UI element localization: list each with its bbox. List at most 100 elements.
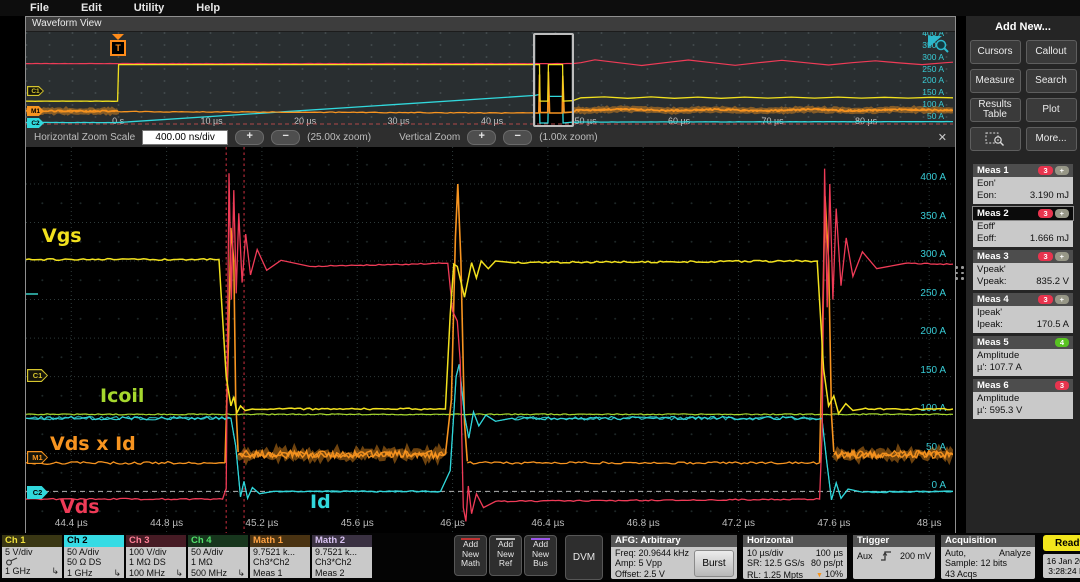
vertical-zoom-plus-button[interactable]: + [467, 130, 496, 145]
channel-badge-text: 1 GHz [67, 568, 93, 578]
trace-vds-x-id [445, 184, 467, 461]
horizontal-panel[interactable]: Horizontal 10 µs/div100 µs SR: 12.5 GS/s… [743, 535, 847, 579]
measurement-header[interactable]: Meas 13+ [973, 164, 1073, 177]
measurement-header[interactable]: Meas 43+ [973, 293, 1073, 306]
acquisition-sample: Sample: 12 bits [945, 558, 1031, 568]
trigger-position-marker[interactable]: T [106, 34, 130, 56]
measurement-header[interactable]: Meas 33+ [973, 250, 1073, 263]
menu-item-utility[interactable]: Utility [134, 2, 165, 14]
acquisition-panel[interactable]: Acquisition Auto,Analyze Sample: 12 bits… [941, 535, 1035, 579]
zoom-select-icon [985, 131, 1005, 147]
measurement-body: Amplitudeµ': 595.3 V [973, 392, 1073, 419]
channel-badge-header: Ch 1 [2, 535, 62, 547]
zoom-toolbar: Horizontal Zoom Scale + − (25.00x zoom) … [26, 128, 955, 147]
add-new-bus-button[interactable]: AddNewBus [524, 535, 557, 576]
add-new-cursors-button[interactable]: Cursors [970, 40, 1021, 64]
channel-badge-row: 500 MHz↳ [191, 568, 245, 578]
horizontal-zoom-scale-label: Horizontal Zoom Scale [34, 132, 135, 143]
horizontal-zoom-scale-input[interactable] [142, 130, 228, 145]
add-new-ref-button[interactable]: AddNewRef [489, 535, 522, 576]
add-new-search-button[interactable]: Search [1026, 69, 1077, 93]
measurement-item-6[interactable]: Meas 6 3 Amplitudeµ': 595.3 V [973, 379, 1073, 419]
burst-button[interactable]: Burst [694, 550, 734, 577]
channel-badge-row: 100 V/div [129, 547, 183, 557]
trace-label-vds: Vds [60, 496, 100, 518]
zoom-region-box[interactable] [533, 33, 575, 127]
menu-item-file[interactable]: File [30, 2, 49, 14]
source-badge: 3 [1038, 166, 1052, 175]
trigger-panel[interactable]: Trigger Aux 200 mV [853, 535, 935, 579]
measurement-name: Meas 2 [977, 208, 1009, 219]
menu-item-help[interactable]: Help [196, 2, 220, 14]
channel-badge-math-1[interactable]: Math 19.7521 k...Ch3*Ch2Meas 1 [250, 535, 310, 578]
channel-badge-body: 50 A/div50 Ω DS1 GHz↳ [64, 547, 124, 578]
source-badge: + [1055, 252, 1069, 261]
measurement-item-1[interactable]: Meas 13+Eon'Eon:3.190 mJ [973, 164, 1073, 204]
close-icon[interactable]: ✕ [938, 131, 947, 144]
channel-badge-text: Meas 1 [253, 568, 283, 578]
trace-id [26, 364, 953, 500]
date: 16 Jan 2023 [1043, 556, 1080, 566]
add-new-plot-button[interactable]: Plot [1026, 98, 1077, 122]
overview-traces [26, 32, 953, 128]
channel-badge-body: 5 V/div1 GHz↳ [2, 547, 62, 578]
measurement-body: Ipeak'Ipeak:170.5 A [973, 306, 1073, 333]
measurement-item-5[interactable]: Meas 54Amplitudeµ': 107.7 A [973, 336, 1073, 376]
channel-badge-text: 50 A/div [191, 547, 223, 557]
vertical-zoom-minus-button[interactable]: − [503, 130, 532, 145]
trigger-source: Aux [857, 551, 873, 561]
add-new-more--button[interactable]: More... [1026, 127, 1077, 151]
afg-panel[interactable]: AFG: Arbitrary Freq: 20.9644 kHz Amp: 5 … [611, 535, 737, 579]
measurement-header[interactable]: Meas 54 [973, 336, 1073, 349]
tab-waveform-view[interactable]: Waveform View [26, 17, 955, 32]
probe-icon [5, 557, 18, 566]
channel-badge-ch-1[interactable]: Ch 15 V/div1 GHz↳ [2, 535, 62, 578]
right-sidebar: Add New... CursorsCalloutMeasureSearchRe… [966, 16, 1080, 533]
horizontal-zoom-minus-button[interactable]: − [271, 130, 300, 145]
trace-icoil [26, 414, 953, 415]
acquisition-overview-plot[interactable]: 0 s10 µs20 µs30 µs40 µs50 µs60 µs70 µs80… [26, 32, 955, 128]
panel-drag-handle[interactable] [955, 266, 964, 280]
channel-badge-math-2[interactable]: Math 29.7521 k...Ch3*Ch2Meas 2 [312, 535, 372, 578]
measurement-item-4[interactable]: Meas 43+Ipeak'Ipeak:170.5 A [973, 293, 1073, 333]
menu-bar: File Edit Utility Help [0, 0, 1080, 16]
measurement-header[interactable]: Meas 23+ [973, 207, 1073, 220]
channel-badge-ch-2[interactable]: Ch 250 A/div50 Ω DS1 GHz↳ [64, 535, 124, 578]
measurement-header[interactable]: Meas 6 3 [973, 379, 1073, 392]
zoom-select-button[interactable] [970, 127, 1021, 151]
channel-badge-body: 9.7521 k...Ch3*Ch2Meas 2 [312, 547, 372, 578]
channel-badge-ch-4[interactable]: Ch 450 A/div1 MΩ500 MHz↳ [188, 535, 248, 578]
channel-badge-text: 50 Ω DS [67, 557, 101, 567]
channel-reference-tick [26, 293, 38, 295]
channel-badge-ch-3[interactable]: Ch 3100 V/div1 MΩ DS100 MHz↳ [126, 535, 186, 578]
measurement-item-2[interactable]: Meas 23+Eoff'Eoff:1.666 mJ [973, 207, 1073, 247]
waveform-view-window: Waveform View 0 s10 µs20 µs30 µs40 µs50 … [25, 16, 956, 533]
add-new-measure-button[interactable]: Measure [970, 69, 1021, 93]
channel-badge-text: 500 MHz [191, 568, 227, 578]
source-badge: 3 [1055, 381, 1069, 390]
add-new-callout-button[interactable]: Callout [1026, 40, 1077, 64]
channel-badge-header: Ch 2 [64, 535, 124, 547]
zoom-magnifier-icon[interactable] [927, 35, 949, 53]
measurement-item-3[interactable]: Meas 33+Vpeak'Vpeak:835.2 V [973, 250, 1073, 290]
measurement-name: Meas 6 [977, 380, 1009, 391]
ready-status-button[interactable]: Ready [1043, 535, 1080, 551]
source-badge: 3 [1038, 252, 1052, 261]
dvm-button[interactable]: DVM [565, 535, 603, 580]
add-new-results-table-button[interactable]: Results Table [970, 98, 1021, 122]
channel-badge-row: 100 MHz↳ [129, 568, 183, 578]
source-badge: + [1055, 295, 1069, 304]
measurement-body: Eoff'Eoff:1.666 mJ [973, 220, 1073, 247]
trace-label-vgs: Vgs [42, 225, 82, 247]
channel-badge-body: 100 V/div1 MΩ DS100 MHz↳ [126, 547, 186, 578]
source-badge: 3 [1038, 209, 1052, 218]
add-new-math-button[interactable]: AddNewMath [454, 535, 487, 576]
main-waveform-plot[interactable]: 400 A350 A300 A250 A200 A150 A100 A50 A0… [26, 147, 955, 533]
menu-item-edit[interactable]: Edit [81, 2, 102, 14]
measurement-line1: Eoff' [977, 221, 1069, 233]
measurement-body: Amplitudeµ': 107.7 A [973, 349, 1073, 376]
horizontal-zoom-plus-button[interactable]: + [235, 130, 264, 145]
horizontal-position: 10% [825, 569, 843, 579]
measurement-value: Vpeak:835.2 V [977, 276, 1069, 288]
horizontal-window: 100 µs [816, 548, 843, 558]
